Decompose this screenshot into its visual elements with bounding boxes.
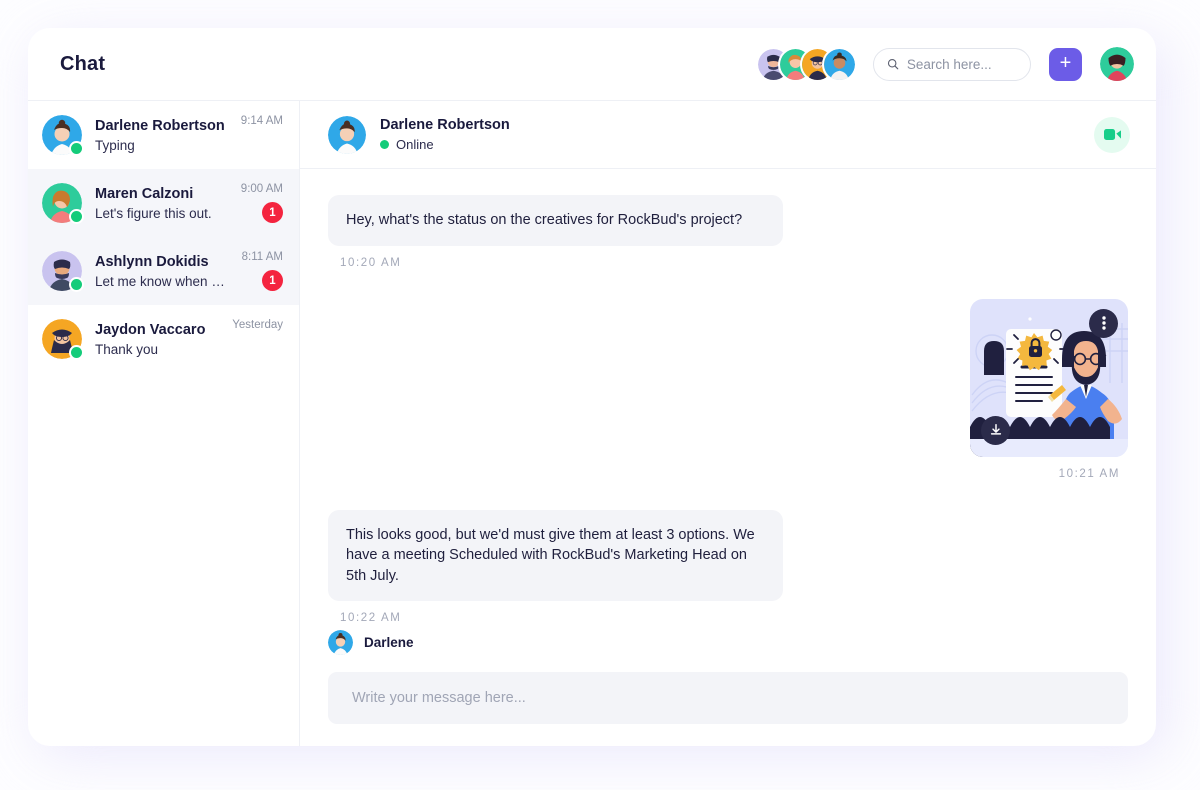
message-timestamp: 10:21 AM	[1059, 468, 1120, 480]
search-box[interactable]	[873, 48, 1031, 81]
composer-sender: Darlene	[328, 630, 1128, 655]
chat-app-card: Chat	[28, 28, 1156, 746]
page-title: Chat	[60, 53, 105, 76]
avatar-wrap	[42, 183, 82, 223]
contact-avatar	[328, 116, 366, 154]
video-camera-icon	[1104, 128, 1121, 141]
message-timestamp: 10:20 AM	[340, 257, 1128, 269]
avatar-wrap	[42, 115, 82, 155]
chat-right: 8:11 AM 1	[242, 251, 283, 291]
attachment-download-button[interactable]	[981, 416, 1010, 445]
online-indicator	[71, 279, 82, 290]
status-label: Online	[396, 137, 434, 152]
message-bubble: This looks good, but we'd must give them…	[328, 510, 783, 602]
chat-list-item-0[interactable]: Darlene Robertson Typing 9:14 AM	[28, 101, 299, 169]
chat-right: 9:14 AM	[241, 115, 283, 155]
conversation-header: Darlene Robertson Online	[300, 101, 1156, 169]
plus-icon: +	[1060, 53, 1072, 73]
chat-list-item-2[interactable]: Ashlynn Dokidis Let me know when can... …	[28, 237, 299, 305]
chat-time: 9:00 AM	[241, 183, 283, 195]
image-attachment[interactable]	[970, 299, 1128, 457]
message-input[interactable]	[328, 672, 1128, 724]
chat-meta: Ashlynn Dokidis Let me know when can...	[95, 254, 229, 289]
chat-name: Maren Calzoni	[95, 186, 228, 202]
add-chat-button[interactable]: +	[1049, 48, 1082, 81]
download-icon	[989, 423, 1003, 437]
chat-meta: Maren Calzoni Let's figure this out.	[95, 186, 228, 221]
search-icon	[887, 57, 899, 71]
chat-list-sidebar: Darlene Robertson Typing 9:14 AM	[28, 101, 300, 746]
member-avatar-4[interactable]	[824, 49, 855, 80]
chat-preview: Typing	[95, 138, 228, 153]
chat-meta: Jaydon Vaccaro Thank you	[95, 322, 219, 357]
search-input[interactable]	[907, 57, 1017, 72]
top-bar: Chat	[28, 28, 1156, 101]
chat-preview: Let's figure this out.	[95, 206, 228, 221]
chat-time: Yesterday	[232, 319, 283, 331]
conversation-panel: Darlene Robertson Online Hey, what's the…	[300, 101, 1156, 746]
composer-sender-name: Darlene	[364, 635, 414, 650]
contact-info: Darlene Robertson Online	[380, 117, 510, 152]
chat-right: Yesterday	[232, 319, 283, 359]
chat-meta: Darlene Robertson Typing	[95, 118, 228, 153]
online-indicator	[71, 347, 82, 358]
chat-right: 9:00 AM 1	[241, 183, 283, 223]
chat-list-item-3[interactable]: Jaydon Vaccaro Thank you Yesterday	[28, 305, 299, 373]
online-indicator	[71, 143, 82, 154]
contact-status: Online	[380, 137, 510, 152]
unread-badge: 1	[262, 270, 283, 291]
message-list: Hey, what's the status on the creatives …	[300, 169, 1156, 630]
member-avatar-stack[interactable]	[758, 49, 855, 80]
chat-list-item-1[interactable]: Maren Calzoni Let's figure this out. 9:0…	[28, 169, 299, 237]
avatar-wrap	[42, 319, 82, 359]
attachment-menu-button[interactable]	[1089, 309, 1118, 338]
app-body: Darlene Robertson Typing 9:14 AM	[28, 101, 1156, 746]
chat-preview: Thank you	[95, 342, 219, 357]
more-vertical-icon	[1102, 316, 1106, 330]
message-row-0: Hey, what's the status on the creatives …	[328, 195, 1128, 293]
message-row-2: This looks good, but we'd must give them…	[328, 510, 1128, 630]
account-avatar[interactable]	[1100, 47, 1134, 81]
message-row-1: 10:21 AM	[328, 299, 1128, 504]
chat-name: Jaydon Vaccaro	[95, 322, 219, 338]
top-bar-actions: +	[758, 47, 1134, 81]
online-indicator	[71, 211, 82, 222]
video-call-button[interactable]	[1094, 117, 1130, 153]
composer-avatar	[328, 630, 353, 655]
chat-preview: Let me know when can...	[95, 274, 229, 289]
chat-name: Ashlynn Dokidis	[95, 254, 229, 270]
message-bubble: Hey, what's the status on the creatives …	[328, 195, 783, 246]
avatar-wrap	[42, 251, 82, 291]
unread-badge: 1	[262, 202, 283, 223]
chat-time: 9:14 AM	[241, 115, 283, 127]
message-timestamp: 10:22 AM	[340, 612, 1128, 624]
contact-name: Darlene Robertson	[380, 117, 510, 133]
chat-time: 8:11 AM	[242, 251, 283, 263]
chat-name: Darlene Robertson	[95, 118, 228, 134]
message-composer: Darlene	[300, 630, 1156, 746]
online-dot-icon	[380, 140, 389, 149]
